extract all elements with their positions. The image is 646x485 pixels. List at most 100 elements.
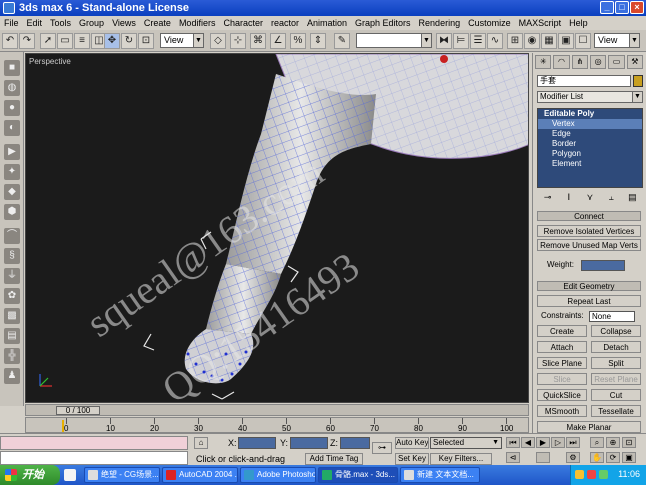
bend-icon[interactable]: ⌒ [4,228,20,244]
reset-plane-button[interactable]: Reset Plane [591,373,641,385]
menu-edit[interactable]: Edit [27,18,43,28]
stack-item-element[interactable]: Element [538,159,642,169]
stack-item-edge[interactable]: Edge [538,129,642,139]
tab-display-icon[interactable]: ▭ [608,55,625,69]
pan-icon[interactable]: ✋ [590,452,604,463]
modifier-list-dropdown[interactable]: Modifier List ▼ [537,91,643,103]
task-autocad[interactable]: AutoCAD 2004 ... [162,467,238,483]
slice-plane-button[interactable]: Slice Plane [537,357,587,369]
maximize-viewport-icon[interactable]: ▣ [622,452,636,463]
lathe-icon[interactable]: ◐ [4,120,20,136]
reference-coord-select[interactable]: View ▼ [160,33,204,48]
menu-graph-editors[interactable]: Graph Editors [355,18,411,28]
undo-icon[interactable]: ↶ [2,33,18,49]
3dsmax-app-icon[interactable] [3,2,15,14]
task-text-document[interactable]: 新建 文本文档... [400,467,480,483]
twist-icon[interactable]: § [4,248,20,264]
current-frame-field[interactable] [536,452,550,463]
maxscript-listener-bottom[interactable] [0,451,188,465]
repeat-last-button[interactable]: Repeat Last [537,295,641,307]
render-scene-icon[interactable]: ▦ [541,33,557,49]
tessellate-button[interactable]: Tessellate [591,405,641,417]
redo-icon[interactable]: ↷ [19,33,35,49]
rotate-icon[interactable]: ↻ [121,33,137,49]
z-coordinate-field[interactable] [340,437,370,449]
menu-create[interactable]: Create [144,18,171,28]
menu-file[interactable]: File [4,18,19,28]
select-region-icon[interactable]: ▭ [57,33,73,49]
stack-item-vertex[interactable]: Vertex [538,119,642,129]
detach-button[interactable]: Detach [591,341,641,353]
connect-button[interactable]: Connect [537,211,641,221]
arc-rotate-icon[interactable]: ⟳ [606,452,620,463]
stack-item-border[interactable]: Border [538,139,642,149]
bone-icon[interactable]: ╬ [4,348,20,364]
selection-lock-icon[interactable]: ⌂ [194,437,208,449]
split-checkbox[interactable]: Split [591,357,641,369]
maximize-button[interactable]: □ [615,1,629,14]
menu-tools[interactable]: Tools [50,18,71,28]
time-slider-thumb[interactable]: 0 / 100 [56,406,100,415]
helper-icon[interactable]: ⬢ [4,204,20,220]
meshsmooth-icon[interactable]: ▩ [4,308,20,324]
close-button[interactable]: × [630,1,644,14]
layer-manager-icon[interactable]: ☰ [470,33,486,49]
menu-animation[interactable]: Animation [307,18,347,28]
sphere-icon[interactable]: ● [4,100,20,116]
biped-icon[interactable]: ♟ [4,368,20,384]
y-coordinate-field[interactable] [290,437,328,449]
make-planar-button[interactable]: Make Planar [537,421,641,433]
msmooth-button[interactable]: MSmooth [537,405,587,417]
tab-modify-icon[interactable]: ◠ [553,55,570,69]
menu-group[interactable]: Group [79,18,104,28]
menu-rendering[interactable]: Rendering [419,18,461,28]
cylinder-icon[interactable]: ◍ [4,80,20,96]
tray-volume-icon[interactable] [575,470,584,479]
x-coordinate-field[interactable] [238,437,276,449]
schematic-view-icon[interactable]: ⊞ [507,33,523,49]
align-icon[interactable]: ⊨ [453,33,469,49]
key-icon[interactable]: ⊶ [372,442,392,454]
previous-frame-icon[interactable]: ◀ [521,437,535,448]
skin-icon[interactable]: ✿ [4,288,20,304]
cut-button[interactable]: Cut [591,389,641,401]
quicklaunch-desktop-icon[interactable] [64,469,76,481]
zoom-icon[interactable]: ⌕ [590,437,604,448]
named-selection-set[interactable]: ▼ [356,33,432,48]
task-photoshop[interactable]: Adobe Photoshop [240,467,316,483]
snap-toggle-icon[interactable]: ⌘ [250,33,266,49]
weight-spinner[interactable] [581,260,625,271]
tab-hierarchy-icon[interactable]: ⋔ [571,55,588,69]
uvw-map-icon[interactable]: ▤ [4,328,20,344]
time-config-icon[interactable]: ⚙ [566,452,580,463]
select-by-name-icon[interactable]: ≡ [74,33,90,49]
start-button[interactable]: 开始 [0,465,60,485]
named-selection-icon[interactable]: ✎ [334,33,350,49]
curve-editor-icon[interactable]: ∿ [487,33,503,49]
auto-key-button[interactable]: Auto Key [395,437,429,449]
move-icon[interactable]: ✥ [104,33,120,49]
edit-geometry-rollout[interactable]: Edit Geometry [537,281,641,291]
quick-render-icon[interactable]: ▣ [558,33,574,49]
play-icon[interactable]: ▶ [536,437,550,448]
menu-reactor[interactable]: reactor [271,18,299,28]
modifier-stack[interactable]: Editable Poly Vertex Edge Border Polygon… [537,108,643,188]
task-3dsmax[interactable]: 骨骼.max - 3ds... [318,467,398,483]
scale-icon[interactable]: ⊡ [138,33,154,49]
tab-create-icon[interactable]: ✳ [535,55,552,69]
menu-views[interactable]: Views [112,18,136,28]
constraints-dropdown[interactable]: None [589,311,635,322]
camera-icon[interactable]: ▶ [4,144,20,160]
remove-modifier-icon[interactable]: ⫠ [605,191,617,203]
next-frame-icon[interactable]: ▷ [551,437,565,448]
menu-customize[interactable]: Customize [468,18,511,28]
menu-character[interactable]: Character [223,18,263,28]
time-slider[interactable]: 0 / 100 [25,404,529,416]
object-color-swatch[interactable] [633,75,643,87]
key-filters-button[interactable]: Key Filters... [430,453,492,465]
make-unique-icon[interactable]: ⋎ [584,191,596,203]
minimize-button[interactable]: _ [600,1,614,14]
go-to-end-icon[interactable]: ⏭ [566,437,580,448]
perspective-viewport[interactable]: Perspective squeal@163.com QQ:15416493 [25,53,529,403]
create-button[interactable]: Create [537,325,587,337]
